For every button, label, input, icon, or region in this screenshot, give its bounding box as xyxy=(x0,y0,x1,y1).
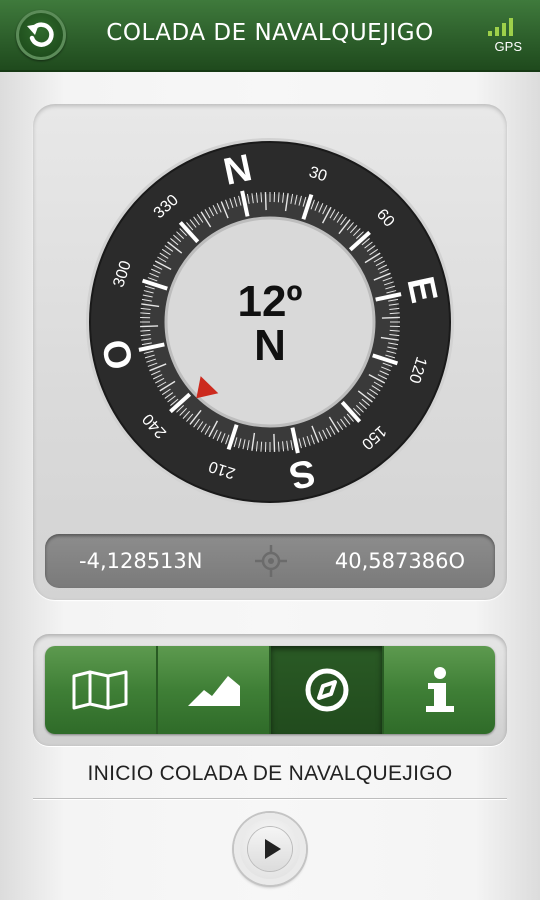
compass-tick xyxy=(260,441,263,452)
heading-direction: N xyxy=(254,321,286,370)
navigation-tabbar xyxy=(33,634,507,746)
compass-tick xyxy=(264,192,267,211)
play-icon xyxy=(265,839,281,859)
gps-signal-icon xyxy=(486,18,516,36)
map-icon xyxy=(72,670,127,710)
compass-panel: N E S O 30 60 120 150 210 240 300 330 12º N -4,1285… xyxy=(33,104,507,600)
tab-info[interactable] xyxy=(384,646,495,734)
info-icon xyxy=(425,667,454,712)
compass-tick xyxy=(277,441,280,452)
compass-dial: N E S O 30 60 120 150 210 240 300 330 12º N xyxy=(85,137,455,507)
latitude-value: -4,128513N xyxy=(79,549,203,573)
heading-readout: 12º N xyxy=(85,280,455,368)
tab-compass[interactable] xyxy=(271,646,384,734)
play-button[interactable] xyxy=(234,813,306,885)
longitude-value: 40,587386O xyxy=(334,549,465,573)
heading-degrees: 12º xyxy=(237,277,303,326)
divider xyxy=(33,798,507,799)
compass-tick xyxy=(260,192,263,203)
route-point-name: INICIO COLADA DE NAVALQUEJIGO xyxy=(87,762,453,785)
back-button[interactable] xyxy=(16,10,66,60)
gps-status: GPS xyxy=(482,14,522,58)
tab-elevation[interactable] xyxy=(158,646,271,734)
tab-map[interactable] xyxy=(45,646,158,734)
elevation-profile-icon xyxy=(187,676,240,706)
gps-label: GPS xyxy=(494,39,522,54)
app-header: COLADA DE NAVALQUEJIGO GPS xyxy=(0,0,540,72)
compass-tick xyxy=(277,192,280,203)
page-title: COLADA DE NAVALQUEJIGO xyxy=(106,20,434,46)
compass-icon xyxy=(305,668,348,712)
coordinates-bar: -4,128513N 40,587386O xyxy=(45,534,495,588)
back-arrow-icon xyxy=(27,22,54,47)
compass-tick xyxy=(273,433,276,452)
crosshair-icon xyxy=(255,545,287,577)
